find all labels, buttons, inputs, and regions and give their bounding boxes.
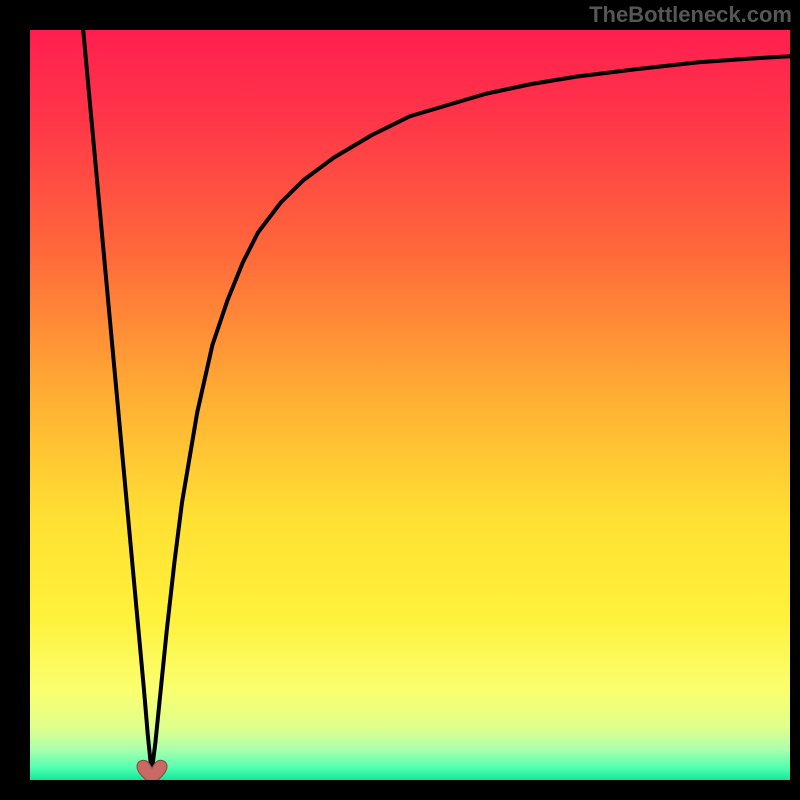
chart-frame: TheBottleneck.com — [0, 0, 800, 800]
optimum-marker-heart-icon — [136, 759, 168, 781]
plot-area — [30, 30, 790, 780]
watermark-text: TheBottleneck.com — [589, 2, 792, 28]
bottleneck-curve — [30, 30, 790, 780]
